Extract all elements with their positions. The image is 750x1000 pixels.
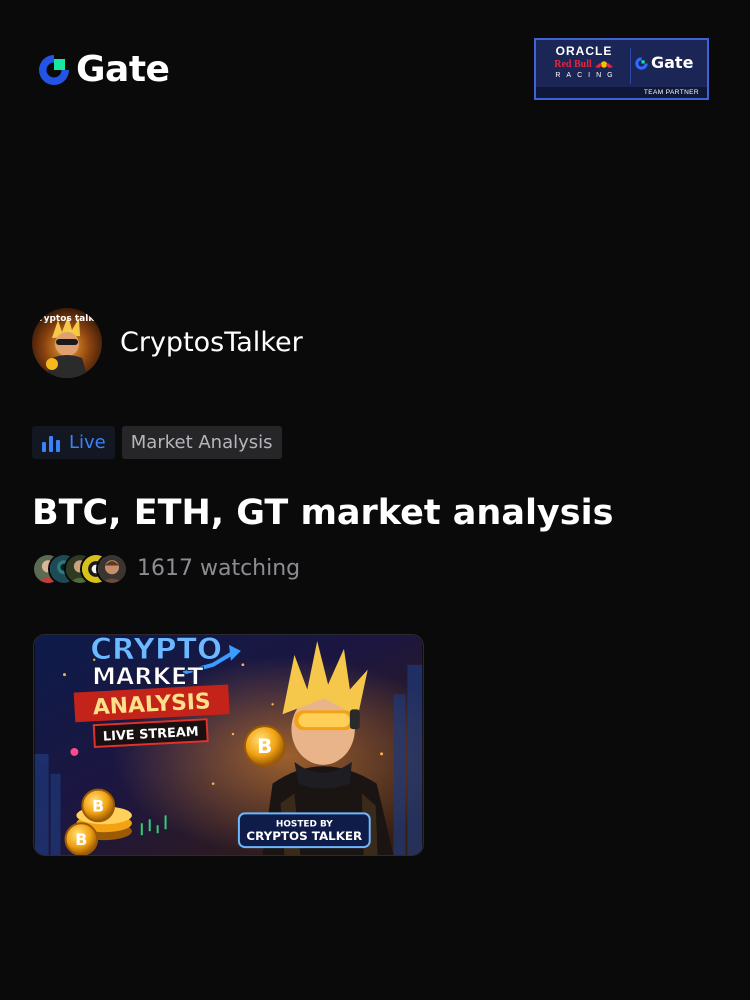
viewer-avatar (96, 553, 128, 585)
thumb-title-market: MARKET (92, 663, 204, 691)
stream-thumbnail[interactable]: B B B CRYPTO MARKET ANALYSIS LIVE STREAM… (33, 634, 424, 856)
host-profile[interactable]: cryptos talke CryptosTalker (32, 308, 303, 378)
category-label: Market Analysis (130, 432, 273, 453)
bull-icon (594, 61, 613, 68)
red-bull-text: Red Bull (554, 59, 592, 70)
category-tag[interactable]: Market Analysis (121, 426, 282, 459)
racing-text: RACING (555, 72, 619, 79)
viewer-avatars (32, 553, 128, 585)
svg-text:B: B (75, 830, 87, 849)
avatar-text: cryptos talke (34, 314, 100, 324)
oracle-red-bull-racing-logo: ORACLE Red Bull RACING (544, 45, 624, 81)
svg-text:B: B (92, 796, 104, 815)
badge-gate-text: Gate (651, 53, 694, 72)
gate-logo-icon (635, 56, 648, 70)
team-partner-badge: ORACLE Red Bull RACING Gate TEAM PARTNER (534, 38, 709, 100)
bar-chart-icon (42, 435, 60, 452)
live-tag: Live (32, 426, 115, 459)
team-partner-label: TEAM PARTNER (536, 87, 707, 98)
viewer-info: 1617 watching (32, 553, 300, 585)
gate-logo[interactable]: Gate (36, 49, 170, 90)
badge-gate-logo: Gate (634, 54, 693, 72)
thumb-host-name: CRYPTOS TALKER (246, 829, 362, 843)
svg-text:B: B (257, 735, 272, 758)
viewer-count: 1617 watching (137, 556, 301, 581)
thumb-hosted-by: HOSTED BY (276, 819, 333, 829)
stream-tags: Live Market Analysis (32, 426, 282, 459)
stream-title: BTC, ETH, GT market analysis (32, 493, 614, 533)
thumbnail-image: B B B CRYPTO MARKET ANALYSIS LIVE STREAM… (34, 635, 423, 855)
host-name[interactable]: CryptosTalker (120, 327, 303, 359)
live-label: Live (69, 432, 106, 453)
oracle-text: ORACLE (555, 44, 613, 58)
host-avatar[interactable]: cryptos talke (32, 308, 102, 378)
gate-logo-text: Gate (76, 49, 170, 90)
badge-divider (630, 48, 631, 84)
gate-logo-icon (39, 55, 69, 85)
